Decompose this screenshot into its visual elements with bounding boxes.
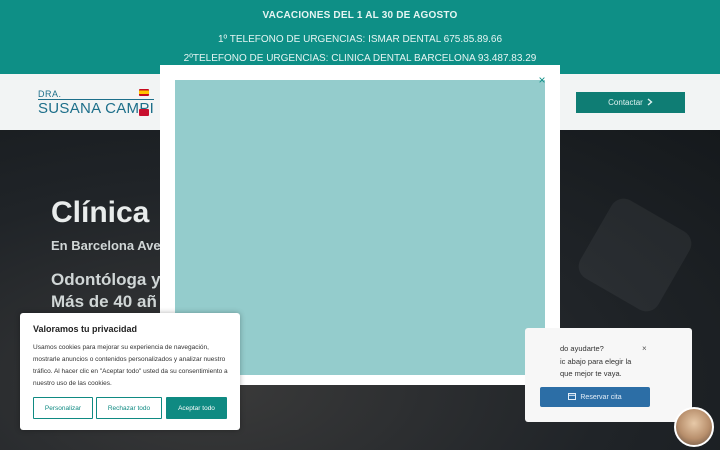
chat-avatar[interactable] [674,407,714,447]
hero-tagline-line-1: Odontóloga y [51,270,161,289]
contact-button-label: Contactar [608,98,643,107]
hero-tagline-line-2: Más de 40 añ [51,292,157,311]
emergency-phone-1[interactable]: 1º TELEFONO DE URGENCIAS: ISMAR DENTAL 6… [0,34,720,45]
calendar-icon [568,392,577,402]
site-logo[interactable]: DRA. SUSANA CAMPI [38,89,155,117]
chat-message: ic abajo para elegir la que mejor te vay… [560,356,680,380]
announcement-bar: VACACIONES DEL 1 AL 30 DE AGOSTO 1º TELE… [0,0,720,74]
reject-cookies-button[interactable]: Rechazar todo [96,397,162,419]
logo-prefix: DRA. [38,89,62,99]
contact-button[interactable]: Contactar [576,92,685,113]
english-flag-icon[interactable] [139,109,149,116]
hero-title: Clínica [51,196,150,229]
book-appointment-label: Reservar cita [580,393,622,401]
chat-close-icon[interactable]: × [642,344,647,353]
cookie-consent-banner: Valoramos tu privacidad Usamos cookies p… [20,313,240,430]
spanish-flag-icon[interactable] [139,89,149,96]
cookie-text: Usamos cookies para mejorar su experienc… [33,344,228,387]
accept-cookies-button[interactable]: Aceptar todo [166,397,227,419]
chevron-right-icon [647,97,653,108]
vacation-notice: VACACIONES DEL 1 AL 30 DE AGOSTO [262,10,458,21]
logo-name: SUSANA CAMPI [38,99,155,117]
close-icon[interactable]: × [534,72,550,88]
chat-message-line-2: que mejor te vaya. [560,369,622,378]
customize-cookies-button[interactable]: Personalizar [33,397,93,419]
cookie-title: Valoramos tu privacidad [33,324,138,334]
hero-tagline: Odontóloga y Más de 40 añ [51,269,161,313]
hero-subtitle: En Barcelona Ave [51,238,161,253]
book-appointment-button[interactable]: Reservar cita [540,387,650,407]
emergency-phone-2[interactable]: 2ºTELEFONO DE URGENCIAS: CLINICA DENTAL … [0,53,720,64]
decorative-hexagon [573,193,697,317]
chat-widget: do ayudarte? × ic abajo para elegir la q… [525,328,692,422]
chat-message-line-1: ic abajo para elegir la [560,357,632,366]
chat-greeting: do ayudarte? [560,344,604,353]
